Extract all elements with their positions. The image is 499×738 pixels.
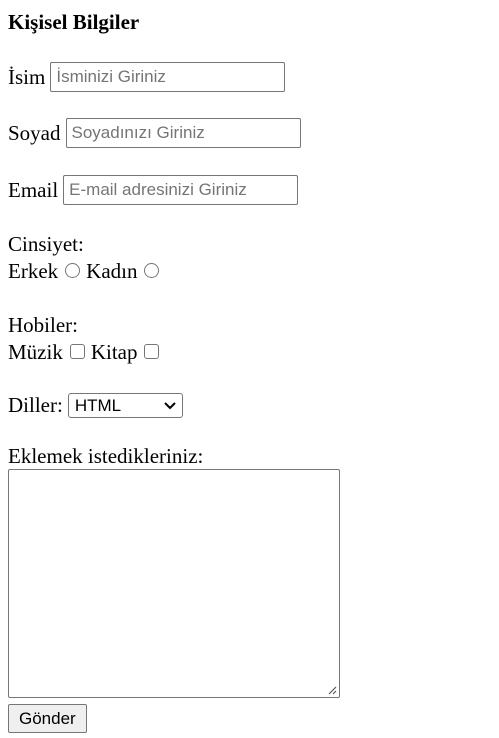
gender-options: Erkek Kadın bbox=[8, 259, 165, 284]
email-label: Email bbox=[8, 177, 59, 202]
email-row: Email bbox=[8, 175, 299, 205]
hobbies-label: Hobiler: bbox=[8, 313, 78, 337]
name-input[interactable] bbox=[50, 62, 286, 92]
resize-grip-icon[interactable] bbox=[327, 685, 337, 695]
gender-label-row: Cinsiyet: bbox=[8, 232, 84, 257]
gender-label: Cinsiyet: bbox=[8, 232, 84, 256]
languages-row: Diller: HTML bbox=[8, 393, 183, 418]
gender-option-male-radio[interactable] bbox=[65, 263, 81, 278]
chevron-down-icon bbox=[164, 401, 176, 409]
surname-input[interactable] bbox=[65, 118, 301, 148]
surname-label: Soyad bbox=[8, 120, 61, 145]
languages-select[interactable]: HTML bbox=[67, 393, 183, 418]
languages-selected-value: HTML bbox=[74, 395, 122, 415]
submit-button[interactable]: Gönder bbox=[8, 704, 87, 733]
hobby-music-label: Müzik bbox=[8, 340, 63, 364]
hobby-music-checkbox[interactable] bbox=[69, 344, 85, 359]
hobby-book-label: Kitap bbox=[90, 340, 138, 364]
languages-label: Diller: bbox=[8, 393, 63, 417]
gender-option-female-radio[interactable] bbox=[144, 263, 160, 278]
hobbies-label-row: Hobiler: bbox=[8, 313, 78, 338]
name-label: İsim bbox=[8, 64, 46, 89]
email-input[interactable] bbox=[63, 175, 299, 205]
hobby-book-checkbox[interactable] bbox=[144, 344, 160, 359]
notes-label: Eklemek istedikleriniz: bbox=[8, 444, 204, 468]
form-title: Kişisel Bilgiler bbox=[8, 10, 140, 34]
gender-option-male-label: Erkek bbox=[8, 259, 59, 283]
gender-option-female-label: Kadın bbox=[86, 259, 138, 283]
surname-row: Soyad bbox=[8, 118, 301, 148]
notes-textarea[interactable] bbox=[8, 469, 340, 698]
name-row: İsim bbox=[8, 62, 286, 92]
notes-label-row: Eklemek istedikleriniz: bbox=[8, 444, 203, 469]
hobbies-options: Müzik Kitap bbox=[8, 340, 165, 365]
